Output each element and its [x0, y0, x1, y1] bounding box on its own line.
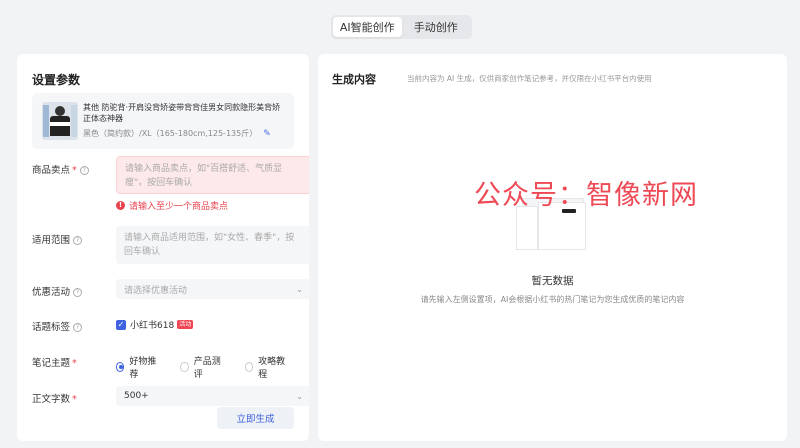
mode-switch: AI智能创作 手动创作	[331, 15, 472, 39]
output-panel: 生成内容 当前内容为 AI 生成，仅供商家创作笔记参考，并仅限在小红书平台内使用…	[318, 54, 787, 441]
note-theme-label: 笔记主题 *	[32, 358, 77, 369]
product-thumbnail	[42, 102, 78, 140]
help-icon[interactable]: ?	[73, 236, 83, 245]
product-spec-text: 黑色（简约款）/XL（165-180cm,125-135斤）	[83, 129, 258, 138]
word-count-label: 正文字数 *	[32, 394, 77, 405]
radio-icon[interactable]	[244, 362, 254, 372]
generate-button[interactable]: 立即生成	[217, 407, 294, 429]
settings-title: 设置参数	[32, 73, 81, 87]
product-card: 其他 防驼背·开肩没背矫姿带背背佳男女同款隐形美背矫正体态神器 黑色（简约款）/…	[32, 93, 294, 149]
topic-tag-label: 话题标签?	[32, 319, 83, 333]
edit-icon[interactable]: ✎	[263, 129, 271, 139]
note-theme-radios: 好物推荐 产品测评 攻略教程	[116, 354, 309, 380]
radio-icon[interactable]	[180, 362, 189, 372]
tab-ai-create[interactable]: AI智能创作	[333, 17, 402, 37]
topic-tag-option[interactable]: ✓ 小红书618 活动	[116, 318, 194, 331]
empty-description: 请先输入左侧设置项，AI会根据小红书的热门笔记为您生成优质的笔记内容	[420, 295, 685, 304]
help-icon[interactable]: ?	[79, 166, 89, 175]
settings-panel: 设置参数 其他 防驼背·开肩没背矫姿带背背佳男女同款隐形美背矫正体态神器 黑色（…	[17, 54, 309, 441]
radio-option-review[interactable]: 产品测评	[180, 354, 222, 380]
help-icon[interactable]: ?	[73, 323, 83, 332]
selling-points-input[interactable]: 请输入商品卖点，如"百搭舒适、气质显瘦"，按回车确认	[116, 156, 309, 194]
empty-title: 暂无数据	[531, 275, 574, 287]
error-icon: !	[116, 201, 125, 210]
selling-points-label: 商品卖点 *?	[32, 162, 89, 176]
scope-input[interactable]: 请输入商品适用范围，如"女性、春季"，按回车确认	[116, 226, 309, 264]
radio-option-recommend[interactable]: 好物推荐	[116, 354, 158, 380]
watermark: 公众号：智像新网	[474, 180, 698, 211]
product-spec: 黑色（简约款）/XL（165-180cm,125-135斤） ✎	[83, 128, 271, 139]
radio-checked-icon[interactable]	[116, 362, 125, 372]
checkbox-checked-icon[interactable]: ✓	[116, 319, 126, 330]
tab-manual-create[interactable]: 手动创作	[402, 17, 471, 37]
promotion-label: 优惠活动?	[32, 284, 83, 298]
radio-option-guide[interactable]: 攻略教程	[244, 354, 287, 380]
scope-label: 适用范围?	[32, 232, 83, 246]
chevron-down-icon: ⌄	[296, 391, 303, 401]
topic-tag-text: 小红书618	[130, 321, 175, 331]
word-count-select[interactable]: 500+ ⌄	[116, 386, 309, 406]
activity-badge: 活动	[177, 320, 194, 329]
output-subtitle: 当前内容为 AI 生成，仅供商家创作笔记参考，并仅限在小红书平台内使用	[407, 74, 652, 83]
chevron-down-icon: ⌄	[296, 284, 303, 294]
help-icon[interactable]: ?	[73, 288, 83, 297]
output-title: 生成内容	[332, 73, 376, 86]
selling-points-error: ! 请输入至少一个商品卖点	[116, 199, 228, 212]
promotion-select[interactable]: 请选择优惠活动 ⌄	[116, 279, 309, 299]
product-name: 其他 防驼背·开肩没背矫姿带背背佳男女同款隐形美背矫正体态神器	[83, 103, 281, 123]
